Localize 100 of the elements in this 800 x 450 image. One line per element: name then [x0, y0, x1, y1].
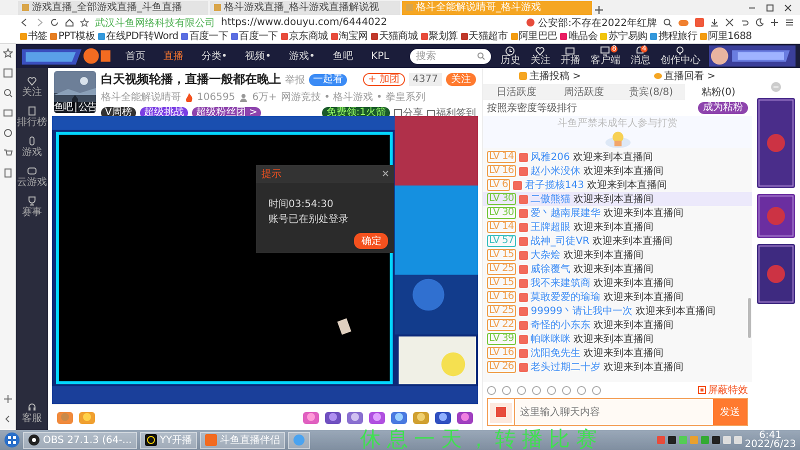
close-icon[interactable] — [382, 170, 390, 178]
panel-link[interactable]: 直播回看 > — [654, 69, 716, 83]
nav-tab[interactable]: 视频• — [240, 49, 276, 63]
bookmark-link[interactable]: 苏宁易购 — [600, 30, 648, 42]
bookmark-link[interactable]: 京东商城 — [280, 30, 328, 42]
panel-link[interactable]: 主播投稿 > — [519, 69, 582, 83]
bookmark-link[interactable]: 阿里巴巴 — [510, 30, 558, 42]
sidebar-item[interactable]: 排行榜 — [17, 106, 47, 128]
card-icon[interactable] — [2, 108, 12, 118]
menu-icon[interactable] — [785, 18, 794, 27]
chat-username[interactable]: 99999丶请让我中一次 — [530, 304, 633, 318]
close-icon[interactable] — [784, 4, 792, 12]
chat-tab[interactable]: 粘粉(0) — [684, 84, 752, 100]
header-action[interactable]: 开播 — [559, 46, 582, 66]
bookmark-link[interactable]: 唯品会 — [560, 30, 598, 42]
reload-icon[interactable] — [50, 18, 59, 27]
bookmark-link[interactable]: 百度一下 — [181, 30, 228, 42]
bookmark-link[interactable]: PPT模板 — [50, 30, 96, 42]
undo-icon[interactable] — [740, 18, 749, 27]
chat-username[interactable]: 帕咪咪咪 — [530, 332, 571, 346]
promo-card[interactable] — [757, 194, 795, 238]
avatar-caption[interactable]: 鱼吧 | 公告 — [54, 102, 96, 113]
chat-username[interactable]: 莫敢爱爱的瑜瑜 — [530, 290, 601, 304]
moon-icon[interactable] — [755, 18, 764, 27]
header-action[interactable]: 关注 — [529, 46, 552, 66]
search-icon[interactable] — [2, 88, 12, 98]
search-icon[interactable] — [477, 52, 486, 60]
back-icon[interactable] — [20, 18, 29, 27]
bookmark-link[interactable]: 在线PDF转Word — [98, 30, 178, 42]
promo-banner[interactable] — [709, 45, 796, 67]
chat-message: 欢迎来到本直播间 — [604, 360, 684, 374]
reader-icon[interactable] — [2, 68, 12, 78]
chat-username[interactable]: 大杂烩 — [530, 248, 561, 262]
chat-username[interactable]: 战神_司徒VR — [530, 234, 590, 248]
chat-tab[interactable]: 贵宾(8/8) — [618, 84, 685, 100]
bookmark-link[interactable]: 淘宝网 — [330, 30, 368, 42]
chat-username[interactable]: 老头过期二十岁 — [530, 360, 601, 374]
sidebar-item[interactable]: 云游戏 — [17, 166, 47, 188]
new-tab-icon[interactable] — [594, 5, 604, 15]
level-badge: LV 14 — [487, 221, 516, 233]
chat-username[interactable]: 沈阳免先生 — [530, 346, 581, 360]
bookmark-link[interactable]: 天猫超市 — [460, 30, 508, 42]
sidebar-item[interactable]: 游戏 — [22, 136, 42, 158]
add-group-button[interactable]: + 加团 — [362, 73, 405, 86]
add-icon[interactable] — [2, 394, 12, 404]
chat-bubble-icon[interactable] — [2, 128, 12, 138]
sidebar-item[interactable]: 关注 — [22, 76, 42, 98]
chat-username[interactable]: 奇怪的小东东 — [530, 318, 591, 332]
search-field[interactable]: 公安部:不存在2022年红牌 — [526, 16, 657, 30]
chat-tab[interactable]: 日活跃度 — [483, 84, 550, 100]
bookmark-link[interactable]: 携程旅行 — [650, 30, 698, 42]
header-action[interactable]: 创作中心 — [659, 46, 702, 66]
nav-tab[interactable]: 游戏• — [284, 49, 320, 63]
bookmark-link[interactable]: 阿里1688 — [700, 30, 752, 42]
scrollbar-thumb[interactable] — [748, 298, 751, 338]
trophy-icon — [27, 196, 37, 206]
bookmark-link[interactable]: 天猫商城 — [370, 30, 418, 42]
nav-tab[interactable]: 分类• — [196, 49, 232, 63]
chat-tab[interactable]: 周活跃度 — [550, 84, 618, 100]
effects-toggle[interactable]: 屏蔽特效 — [698, 383, 748, 397]
document-icon[interactable] — [2, 168, 12, 178]
sidebar-item[interactable]: 客服 — [22, 402, 42, 424]
confirm-button[interactable]: 确定 — [354, 232, 388, 249]
chat-username[interactable]: 威徐覆气 — [530, 262, 571, 276]
nav-tab[interactable]: 鱼吧 — [328, 49, 358, 63]
nav-tab[interactable]: 直播 — [158, 49, 188, 63]
chat-username[interactable]: 赵小米没休 — [530, 164, 581, 178]
header-action[interactable]: 历史 — [499, 46, 522, 66]
download-icon[interactable] — [710, 18, 719, 27]
home-icon[interactable] — [65, 18, 74, 27]
search-icon[interactable] — [663, 18, 672, 27]
bookmark-link[interactable]: 聚划算 — [420, 30, 458, 42]
chat-username[interactable]: 君子揽核143 — [524, 178, 584, 192]
watch-together-button[interactable]: 一起看 — [309, 74, 347, 86]
bookmark-link[interactable]: 书签 — [20, 30, 48, 42]
bookmark-link[interactable]: 百度一下 — [231, 30, 278, 42]
chat-username[interactable]: 我不来建筑商 — [530, 276, 591, 290]
chat-message: 欢迎来到本直播间 — [592, 234, 673, 248]
chat-username[interactable]: 风雅206 — [530, 150, 570, 164]
sidebar-item[interactable]: 赛事 — [22, 196, 42, 218]
star-icon[interactable] — [80, 18, 89, 27]
cart-icon[interactable] — [2, 148, 12, 158]
browser-tab[interactable]: 游戏直播_全部游戏直播_斗鱼直播 — [18, 1, 208, 15]
promo-card[interactable] — [757, 98, 795, 188]
address-field[interactable]: https://www.douyu.com/6444022 — [221, 17, 388, 28]
nav-tab[interactable]: 首页 — [120, 49, 150, 63]
start-button[interactable] — [4, 432, 20, 448]
browser-tab[interactable]: 格斗游戏直播_格斗游戏直播解说视 — [210, 1, 400, 15]
chat-input[interactable]: 这里输入聊天内容 — [514, 399, 713, 425]
chat-username[interactable]: 爱丶越南展建华 — [530, 206, 601, 220]
maximize-icon[interactable] — [766, 4, 774, 12]
bookmark-star-icon[interactable] — [2, 48, 12, 58]
collapse-icon[interactable] — [2, 414, 12, 424]
client-icon — [600, 46, 610, 56]
chat-username[interactable]: 王牌超眼 — [530, 220, 571, 234]
nav-tab[interactable]: KPL — [366, 50, 394, 62]
join-fan-button[interactable]: 成为粘粉 — [698, 102, 748, 114]
promo-card[interactable] — [757, 244, 795, 304]
add-icon[interactable] — [770, 18, 779, 27]
forward-icon[interactable] — [35, 18, 44, 27]
